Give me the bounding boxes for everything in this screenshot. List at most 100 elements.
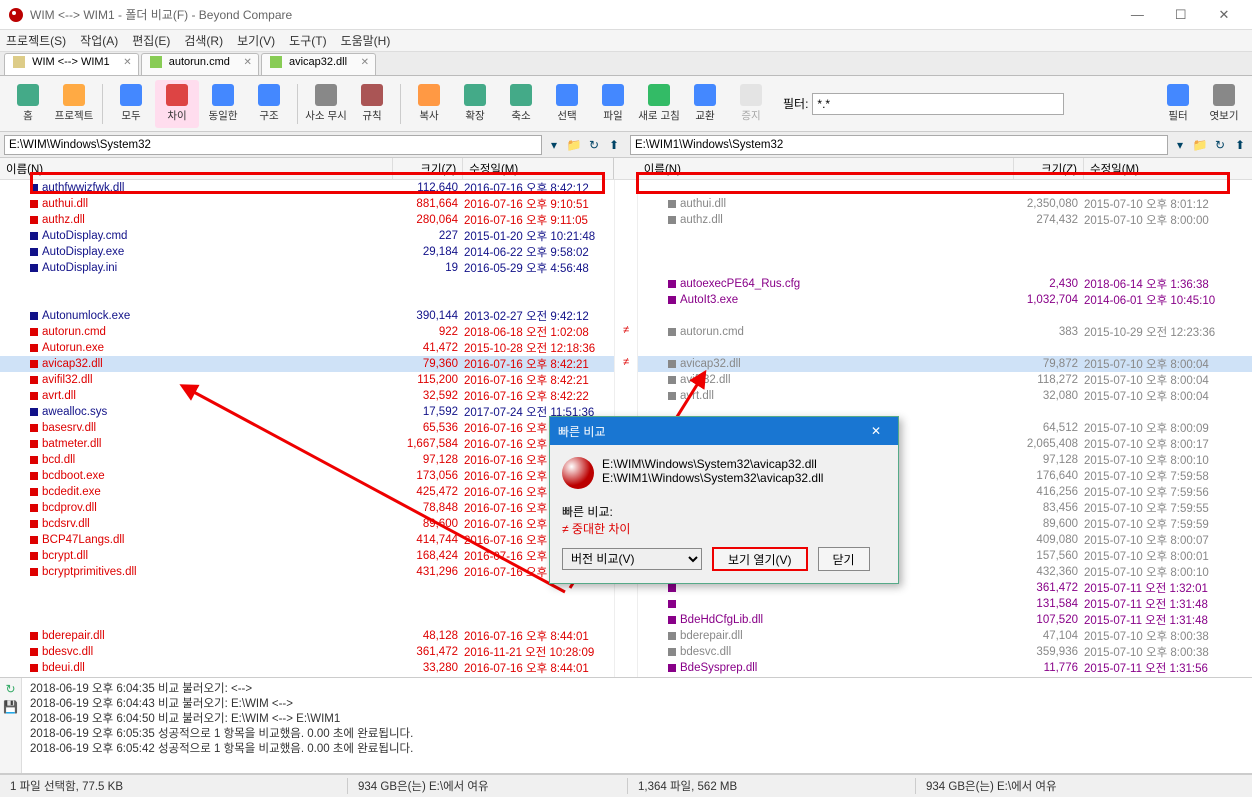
close-dialog-button[interactable]: 닫기 bbox=[818, 547, 870, 571]
file-row[interactable]: avifil32.dll118,2722015-07-10 오후 8:00:04 bbox=[638, 372, 1252, 388]
dialog-close-icon[interactable]: ✕ bbox=[862, 424, 890, 438]
file-row[interactable]: bcd.dll97,1282016-07-16 오후 bbox=[0, 452, 614, 468]
tab-close-icon[interactable]: ✕ bbox=[244, 57, 252, 68]
history-icon[interactable]: ↻ bbox=[586, 137, 602, 153]
collapse-button[interactable]: 축소 bbox=[499, 80, 543, 128]
file-row[interactable]: avifil32.dll115,2002016-07-16 오후 8:42:21 bbox=[0, 372, 614, 388]
file-row[interactable]: avrt.dll32,5922016-07-16 오후 8:42:22 bbox=[0, 388, 614, 404]
file-row[interactable]: 131,5842015-07-11 오전 1:31:48 bbox=[638, 596, 1252, 612]
up-icon[interactable]: ⬆ bbox=[1232, 137, 1248, 153]
file-row[interactable]: bdesvc.dll361,4722016-11-21 오전 10:28:09 bbox=[0, 644, 614, 660]
home-button[interactable]: 홈 bbox=[6, 80, 50, 128]
file-row[interactable] bbox=[0, 276, 614, 292]
file-row[interactable]: awealloc.sys17,5922017-07-24 오전 11:51:36 bbox=[0, 404, 614, 420]
dialog-titlebar[interactable]: 빠른 비교 ✕ bbox=[550, 417, 898, 445]
file-row[interactable]: bderepair.dll47,1042015-07-10 오후 8:00:38 bbox=[638, 628, 1252, 644]
file-row[interactable]: authz.dll280,0642016-07-16 오후 9:11:05 bbox=[0, 212, 614, 228]
left-path-input[interactable] bbox=[4, 135, 542, 155]
log-save-icon[interactable]: 💾 bbox=[3, 700, 18, 714]
col-size[interactable]: 크기(Z) bbox=[393, 158, 463, 179]
file-row[interactable]: bderepair.dll48,1282016-07-16 오후 8:44:01 bbox=[0, 628, 614, 644]
col-name[interactable]: 이름(N) bbox=[0, 158, 393, 179]
file-row[interactable]: Autonumlock.exe390,1442013-02-27 오전 9:42… bbox=[0, 308, 614, 324]
file-row[interactable]: AutoIt3.exe1,032,7042014-06-01 오후 10:45:… bbox=[638, 292, 1252, 308]
file-row[interactable]: AutoDisplay.cmd2272015-01-20 오후 10:21:48 bbox=[0, 228, 614, 244]
file-row[interactable] bbox=[638, 340, 1252, 356]
preview-button[interactable]: 엿보기 bbox=[1202, 80, 1246, 128]
file-row[interactable]: authui.dll881,6642016-07-16 오후 9:10:51 bbox=[0, 196, 614, 212]
browse-icon[interactable]: 📁 bbox=[566, 137, 582, 153]
file-row[interactable] bbox=[638, 180, 1252, 196]
file-row[interactable] bbox=[0, 292, 614, 308]
file-row[interactable] bbox=[638, 308, 1252, 324]
file-row[interactable]: bdeui.dll34,8162015-07-10 오후 8:00:39 bbox=[638, 676, 1252, 677]
file-row[interactable]: autorun.cmd3832015-10-29 오전 12:23:36 bbox=[638, 324, 1252, 340]
menu-view[interactable]: 보기(V) bbox=[237, 32, 275, 49]
tab-close-icon[interactable]: ✕ bbox=[361, 57, 369, 68]
project-button[interactable]: 프로젝트 bbox=[52, 80, 96, 128]
compare-mode-select[interactable]: 버전 비교(V) bbox=[562, 548, 702, 570]
menu-help[interactable]: 도움말(H) bbox=[341, 32, 391, 49]
file-row[interactable]: bcdsrv.dll89,6002016-07-16 오후 bbox=[0, 516, 614, 532]
file-row[interactable]: avicap32.dll79,8722015-07-10 오후 8:00:04 bbox=[638, 356, 1252, 372]
swap-button[interactable]: 교환 bbox=[683, 80, 727, 128]
menu-project[interactable]: 프로젝트(S) bbox=[6, 32, 66, 49]
all-button[interactable]: 모두 bbox=[109, 80, 153, 128]
maximize-button[interactable]: ☐ bbox=[1161, 7, 1201, 23]
file-row[interactable]: Autorun.exe41,4722015-10-28 오전 12:18:36 bbox=[0, 340, 614, 356]
select-button[interactable]: 선택 bbox=[545, 80, 589, 128]
open-view-button[interactable]: 보기 열기(V) bbox=[712, 547, 808, 571]
files-button[interactable]: 파일 bbox=[591, 80, 635, 128]
structure-button[interactable]: 구조 bbox=[247, 80, 291, 128]
log-refresh-icon[interactable]: ↻ bbox=[5, 682, 15, 696]
expand-button[interactable]: 확장 bbox=[453, 80, 497, 128]
minimize-button[interactable]: — bbox=[1117, 7, 1157, 22]
file-row[interactable]: AutoDisplay.exe29,1842014-06-22 오후 9:58:… bbox=[0, 244, 614, 260]
file-row[interactable]: bdeui.dll33,2802016-07-16 오후 8:44:01 bbox=[0, 660, 614, 676]
doc-tab-avicap[interactable]: avicap32.dll ✕ bbox=[261, 53, 376, 75]
tab-close-icon[interactable]: ✕ bbox=[123, 57, 131, 68]
close-button[interactable]: ✕ bbox=[1204, 7, 1244, 23]
file-row[interactable]: bcryptprimitives.dll431,2962016-07-16 오후 bbox=[0, 564, 614, 580]
menu-work[interactable]: 작업(A) bbox=[80, 32, 118, 49]
filter-input[interactable] bbox=[812, 93, 1064, 115]
same-button[interactable]: 동일한 bbox=[201, 80, 245, 128]
col-date[interactable]: 수정일(M) bbox=[463, 158, 613, 179]
file-row[interactable]: BdeSysprep.dll11,7762015-07-11 오전 1:31:5… bbox=[638, 660, 1252, 676]
file-row[interactable]: autoexecPE64_Rus.cfg2,4302018-06-14 오후 1… bbox=[638, 276, 1252, 292]
diff-button[interactable]: 차이 bbox=[155, 80, 199, 128]
col-name[interactable]: 이름(N) bbox=[638, 158, 1014, 179]
file-row[interactable]: autorun.cmd9222018-06-18 오전 1:02:08 bbox=[0, 324, 614, 340]
file-row[interactable]: authz.dll274,4322015-07-10 오후 8:00:00 bbox=[638, 212, 1252, 228]
file-row[interactable]: avicap32.dll79,3602016-07-16 오후 8:42:21 bbox=[0, 356, 614, 372]
menu-tools[interactable]: 도구(T) bbox=[289, 32, 326, 49]
rules-button[interactable]: 규칙 bbox=[350, 80, 394, 128]
file-row[interactable] bbox=[638, 244, 1252, 260]
up-icon[interactable]: ⬆ bbox=[606, 137, 622, 153]
file-row[interactable]: basesrv.dll65,5362016-07-16 오후 9:11:11 bbox=[0, 420, 614, 436]
dropdown-icon[interactable]: ▾ bbox=[1172, 137, 1188, 153]
file-row[interactable]: authfwwizfwk.dll112,6402016-07-16 오후 8:4… bbox=[0, 180, 614, 196]
file-row[interactable] bbox=[0, 612, 614, 628]
dropdown-icon[interactable]: ▾ bbox=[546, 137, 562, 153]
copy-button[interactable]: 복사 bbox=[407, 80, 451, 128]
file-row[interactable]: authui.dll2,350,0802015-07-10 오후 8:01:12 bbox=[638, 196, 1252, 212]
file-row[interactable]: bcdboot.exe173,0562016-07-16 오후 bbox=[0, 468, 614, 484]
file-row[interactable] bbox=[0, 596, 614, 612]
menu-edit[interactable]: 편집(E) bbox=[132, 32, 170, 49]
filter-button[interactable]: 필터 bbox=[1156, 80, 1200, 128]
file-row[interactable]: BCP47Langs.dll414,7442016-07-16 오후 bbox=[0, 532, 614, 548]
file-row[interactable]: BdeHdCfgLib.dll107,5202015-07-11 오전 1:31… bbox=[638, 612, 1252, 628]
refresh-button[interactable]: 새로 고침 bbox=[637, 80, 681, 128]
file-row[interactable] bbox=[0, 580, 614, 596]
left-pane[interactable]: authfwwizfwk.dll112,6402016-07-16 오후 8:4… bbox=[0, 180, 614, 677]
file-row[interactable]: bcrypt.dll168,4242016-07-16 오후 bbox=[0, 548, 614, 564]
doc-tab-autorun[interactable]: autorun.cmd ✕ bbox=[141, 53, 259, 75]
file-row[interactable]: bcdprov.dll78,8482016-07-16 오후 bbox=[0, 500, 614, 516]
file-row[interactable]: bdesvc.dll359,9362015-07-10 오후 8:00:38 bbox=[638, 644, 1252, 660]
ignore-minor-button[interactable]: 사소 무시 bbox=[304, 80, 348, 128]
history-icon[interactable]: ↻ bbox=[1212, 137, 1228, 153]
file-row[interactable] bbox=[638, 228, 1252, 244]
file-row[interactable]: bcdedit.exe425,4722016-07-16 오후 bbox=[0, 484, 614, 500]
file-row[interactable]: batmeter.dll1,667,5842016-07-16 오후 bbox=[0, 436, 614, 452]
